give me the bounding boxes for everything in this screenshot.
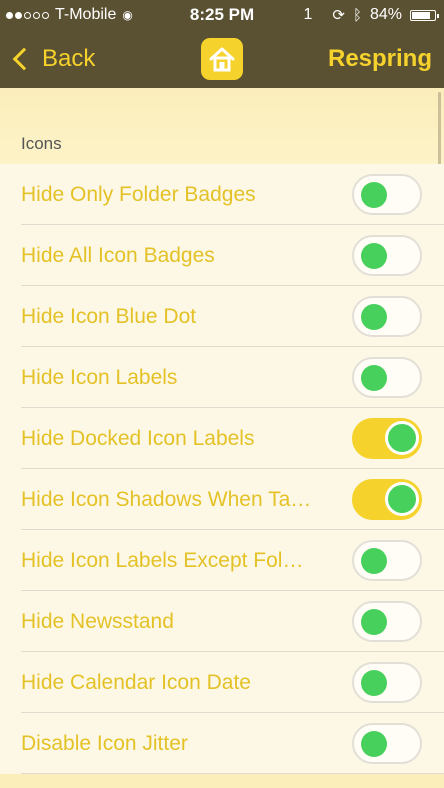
battery-percent: 84%: [369, 6, 402, 23]
toggle-knob: [361, 304, 387, 330]
bluetooth-icon: ᛒ: [352, 6, 362, 24]
section-header: [0, 88, 444, 164]
list-item: Hide Newsstand: [0, 591, 444, 652]
toggle-knob: [361, 731, 387, 757]
toggle-knob: [361, 365, 387, 391]
toggle-knob: [385, 421, 419, 455]
setting-label: Hide All Icon Badges: [21, 244, 215, 267]
toggle-knob: [361, 243, 387, 269]
toggle-switch[interactable]: [352, 174, 422, 215]
section-title: Icons: [21, 134, 62, 153]
list-item: Hide Only Folder Badges: [0, 164, 444, 225]
list-item: Hide Icon Labels Except Fol…: [0, 530, 444, 591]
toggle-knob: [361, 670, 387, 696]
setting-label: Hide Icon Shadows When Ta…: [21, 488, 312, 511]
setting-label: Hide Icon Blue Dot: [21, 305, 197, 328]
back-button[interactable]: Back: [10, 30, 95, 88]
setting-label: Disable Icon Jitter: [21, 732, 188, 755]
back-label: Back: [42, 45, 96, 72]
chevron-left-icon: [12, 47, 36, 71]
list-item: Hide Docked Icon Labels: [0, 408, 444, 469]
setting-label: Hide Docked Icon Labels: [21, 427, 255, 450]
toggle-knob: [361, 182, 387, 208]
list-item: Hide Icon Blue Dot: [0, 286, 444, 347]
list-item: Hide All Icon Badges: [0, 225, 444, 286]
toggle-switch[interactable]: [352, 540, 422, 581]
home-icon: [201, 38, 243, 80]
toggle-switch[interactable]: [352, 662, 422, 703]
list-item: Disable Icon Jitter: [0, 713, 444, 774]
toggle-knob: [361, 548, 387, 574]
list-item: Hide Icon Labels: [0, 347, 444, 408]
respring-button[interactable]: Respring: [328, 30, 432, 88]
list-item: Hide Icon Shadows When Ta…: [0, 469, 444, 530]
status-bar: T-Mobile ◉ 8:25 PM 1 ⟳ ᛒ 84%: [0, 0, 444, 30]
toggle-switch[interactable]: [352, 601, 422, 642]
list-item: Hide Calendar Icon Date: [0, 652, 444, 713]
notification-count: 1: [303, 6, 313, 23]
setting-label: Hide Newsstand: [21, 610, 174, 633]
toggle-switch[interactable]: [352, 723, 422, 764]
setting-label: Hide Icon Labels: [21, 366, 178, 389]
battery-icon: [410, 9, 439, 21]
settings-list: Hide Only Folder Badges Hide All Icon Bad…: [0, 164, 444, 774]
battery-fill: [412, 11, 430, 19]
toggle-knob: [361, 609, 387, 635]
toggle-knob: [385, 482, 419, 516]
navigation-bar: Back Respring: [0, 30, 444, 88]
status-right: 1 ⟳ ᛒ 84%: [303, 0, 439, 30]
toggle-switch[interactable]: [352, 296, 422, 337]
toggle-switch[interactable]: [352, 418, 422, 459]
setting-label: Hide Only Folder Badges: [21, 183, 256, 206]
toggle-switch[interactable]: [352, 235, 422, 276]
rotation-lock-icon: ⟳: [332, 7, 345, 24]
setting-label: Hide Icon Labels Except Fol…: [21, 549, 304, 572]
toggle-switch[interactable]: [352, 357, 422, 398]
toggle-switch[interactable]: [352, 479, 422, 520]
next-section-header: [0, 774, 444, 788]
setting-label: Hide Calendar Icon Date: [21, 671, 251, 694]
